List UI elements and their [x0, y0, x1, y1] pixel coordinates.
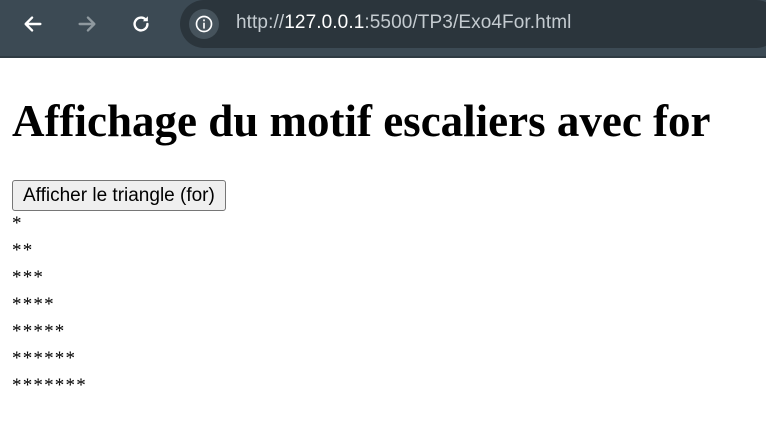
- show-triangle-button[interactable]: Afficher le triangle (for): [12, 180, 226, 211]
- back-button[interactable]: [19, 10, 47, 38]
- browser-toolbar: http://127.0.0.1:5500/TP3/Exo4For.html: [0, 0, 766, 58]
- arrow-left-icon: [24, 16, 42, 32]
- arrow-right-icon: [78, 16, 96, 32]
- address-bar[interactable]: http://127.0.0.1:5500/TP3/Exo4For.html: [180, 0, 766, 48]
- url-text[interactable]: http://127.0.0.1:5500/TP3/Exo4For.html: [236, 12, 571, 34]
- output-line: *: [12, 213, 23, 234]
- page-title: Affichage du motif escaliers avec for: [12, 96, 711, 146]
- output-line: *****: [12, 321, 66, 342]
- output-line: ******: [12, 348, 77, 369]
- output-line: *******: [12, 375, 87, 396]
- triangle-output: * ** *** **** ***** ****** *******: [12, 210, 87, 399]
- url-scheme: http://: [236, 12, 285, 33]
- url-path: :5500/TP3/Exo4For.html: [364, 12, 572, 33]
- reload-icon: [133, 16, 149, 32]
- page-content: Affichage du motif escaliers avec for Af…: [0, 60, 766, 429]
- info-icon: [195, 15, 213, 33]
- output-line: ****: [12, 294, 55, 315]
- url-host: 127.0.0.1: [284, 12, 365, 33]
- site-info-button[interactable]: [189, 9, 219, 39]
- forward-button[interactable]: [73, 10, 101, 38]
- reload-button[interactable]: [127, 10, 155, 38]
- output-line: **: [12, 240, 34, 261]
- output-line: ***: [12, 267, 45, 288]
